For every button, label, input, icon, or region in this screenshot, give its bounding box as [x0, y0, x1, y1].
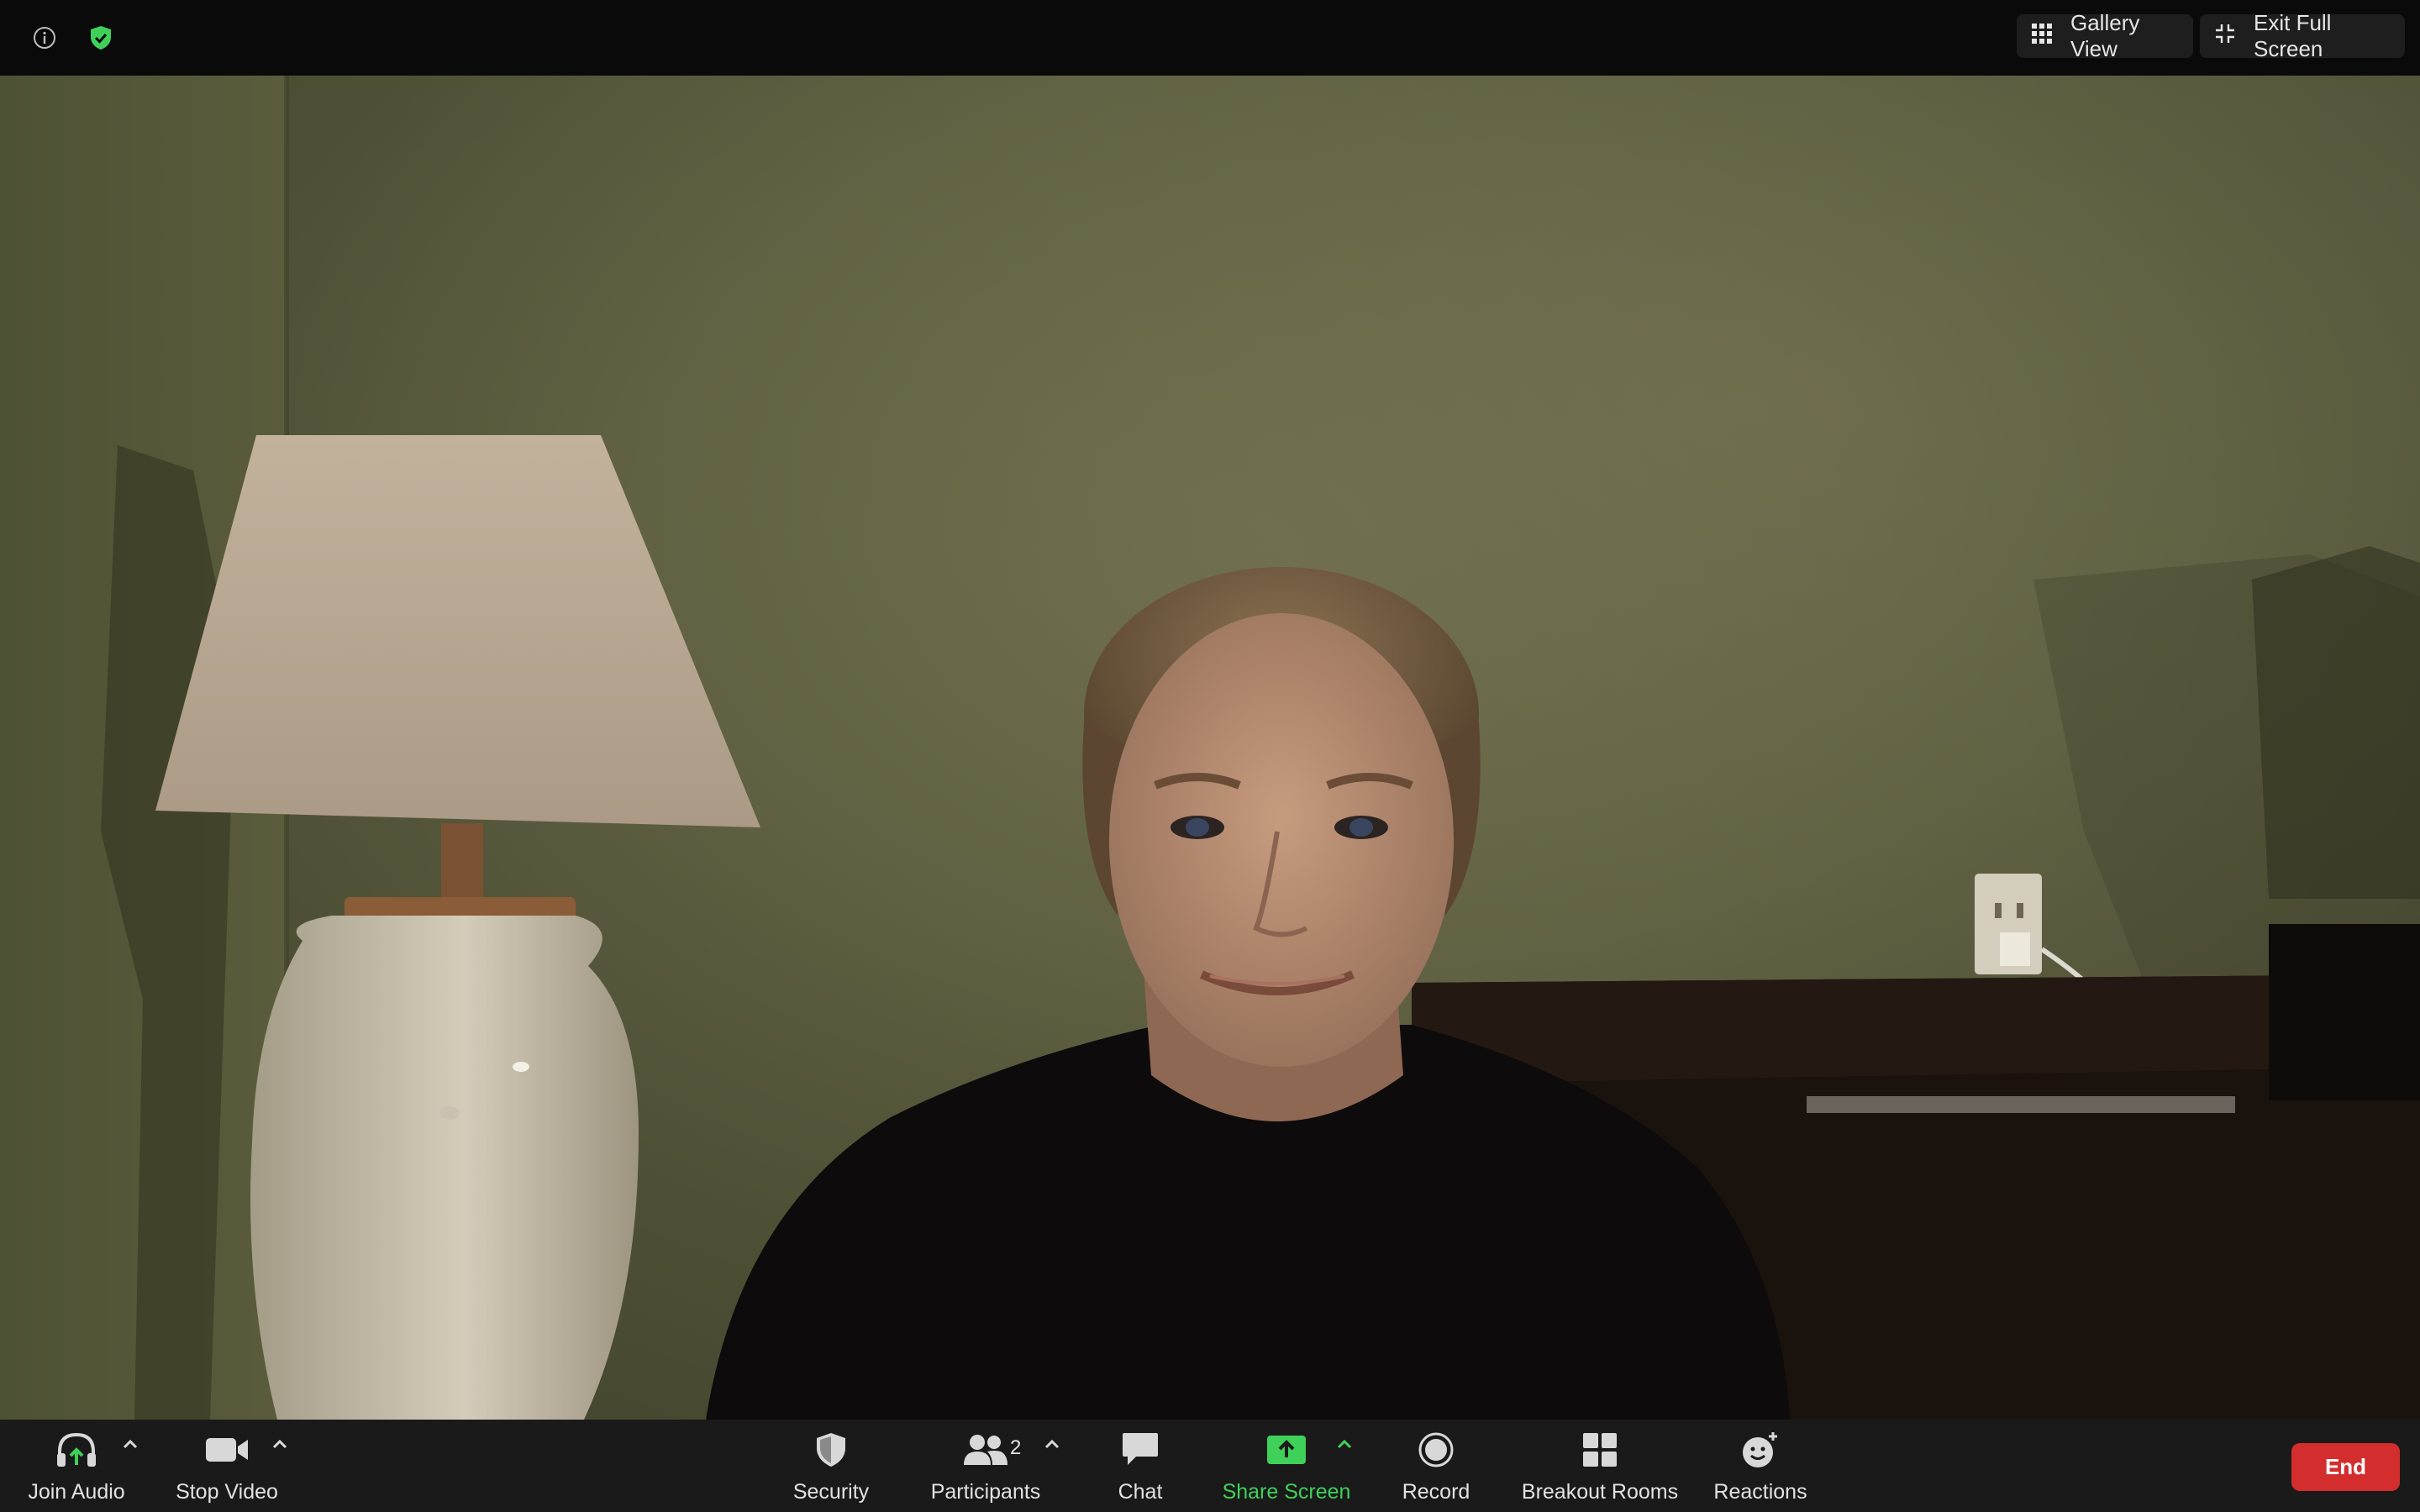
gallery-view-button[interactable]: Gallery View: [2017, 10, 2193, 61]
video-camera-icon: [203, 1426, 250, 1473]
end-meeting-button[interactable]: End: [2291, 1443, 2400, 1491]
breakout-rooms-button[interactable]: Breakout Rooms: [1519, 1425, 1681, 1509]
chat-bubble-icon: [1117, 1426, 1164, 1473]
participants-button[interactable]: Participants: [924, 1425, 1047, 1509]
participants-count-badge: 2: [1010, 1436, 1022, 1459]
audio-options-chevron-up-icon[interactable]: [119, 1433, 141, 1455]
reactions-button[interactable]: Reactions: [1711, 1425, 1810, 1509]
record-button[interactable]: Record: [1395, 1425, 1477, 1509]
chat-label: Chat: [1118, 1480, 1163, 1504]
participants-label: Participants: [930, 1480, 1041, 1504]
join-audio-label: Join Audio: [28, 1480, 125, 1504]
info-icon[interactable]: [24, 18, 65, 58]
video-options-chevron-up-icon[interactable]: [269, 1433, 291, 1455]
share-options-chevron-up-icon[interactable]: [1334, 1433, 1355, 1455]
shield-check-icon[interactable]: [81, 18, 121, 58]
top-bar: Gallery View Exit Full Screen: [0, 0, 2420, 76]
stop-video-label: Stop Video: [176, 1480, 278, 1504]
record-icon: [1413, 1426, 1460, 1473]
security-label: Security: [792, 1480, 870, 1504]
record-label: Record: [1402, 1480, 1470, 1504]
headphones-icon: [53, 1426, 100, 1473]
reactions-smiley-icon: [1737, 1426, 1784, 1473]
exit-full-screen-icon: [2215, 24, 2235, 50]
chat-button[interactable]: Chat: [1101, 1425, 1180, 1509]
participant-video-feed[interactable]: [0, 76, 2420, 1420]
share-screen-arrow-icon: [1263, 1426, 1310, 1473]
breakout-rooms-icon: [1576, 1426, 1623, 1473]
join-audio-button[interactable]: Join Audio: [24, 1425, 129, 1509]
security-button[interactable]: Security: [783, 1425, 879, 1509]
grid-icon: [2032, 23, 2052, 50]
meeting-controls-toolbar: Join Audio Stop Video Security Participa…: [0, 1420, 2420, 1512]
share-screen-label: Share Screen: [1222, 1480, 1351, 1504]
participants-icon: [962, 1426, 1009, 1473]
stop-video-button[interactable]: Stop Video: [168, 1425, 286, 1509]
gallery-view-label: Gallery View: [2070, 10, 2140, 61]
security-shield-icon: [808, 1426, 855, 1473]
exit-full-screen-button[interactable]: Exit Full Screen: [2200, 10, 2405, 61]
exit-full-screen-label: Exit Full Screen: [2254, 10, 2332, 61]
zoom-meeting-window: Gallery View Exit Full Screen Join Audio…: [0, 0, 2420, 1512]
video-frame-illustration: [0, 76, 2420, 1420]
reactions-label: Reactions: [1713, 1480, 1807, 1504]
participants-options-chevron-up-icon[interactable]: [1041, 1433, 1063, 1455]
breakout-rooms-label: Breakout Rooms: [1521, 1480, 1679, 1504]
